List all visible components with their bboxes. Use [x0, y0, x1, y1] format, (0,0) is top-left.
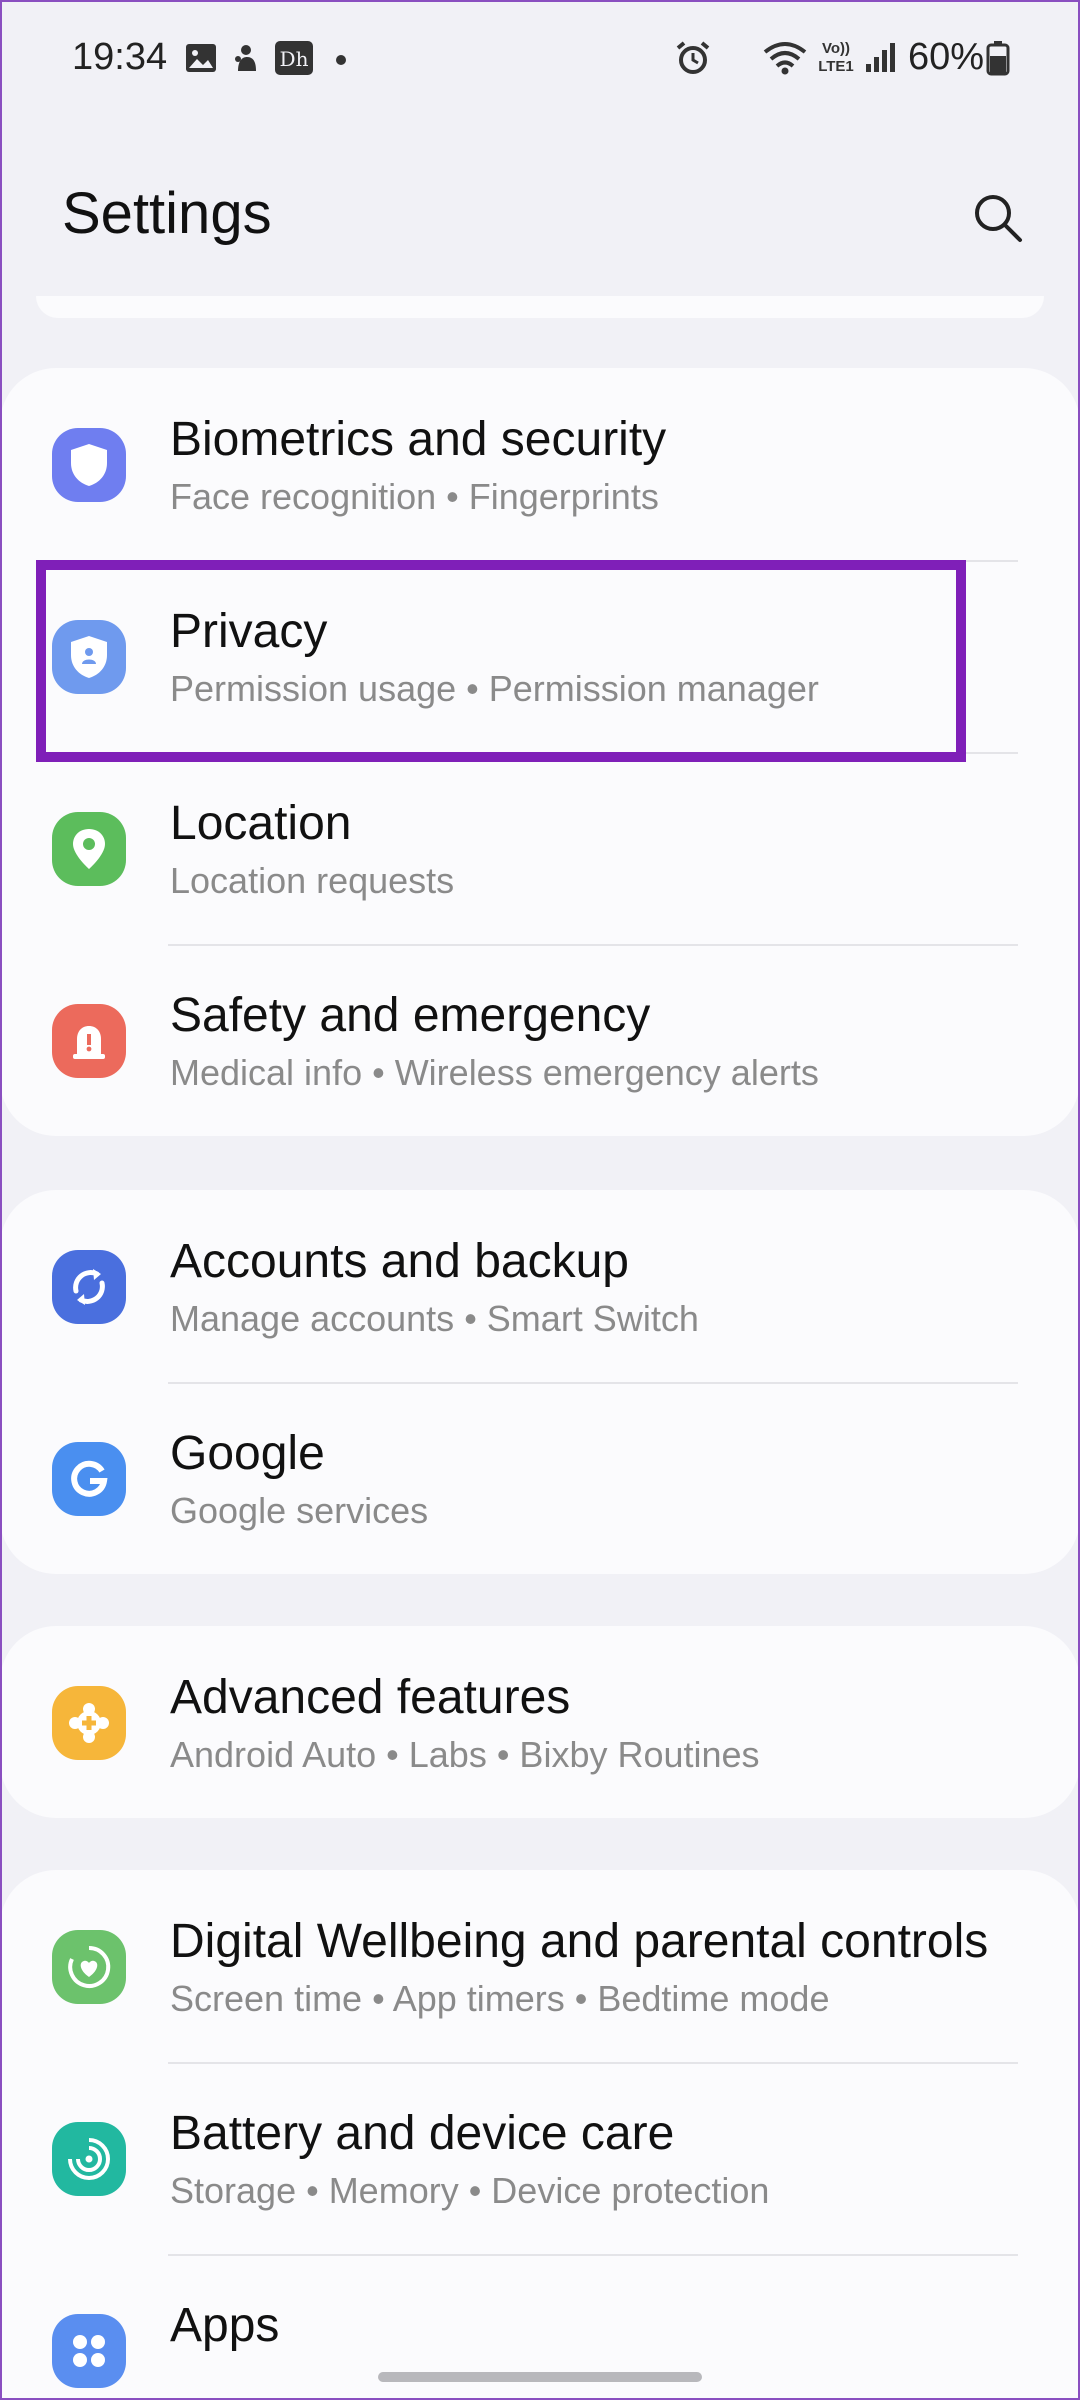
google-g-icon	[52, 1442, 126, 1516]
item-title: Google	[170, 1427, 325, 1480]
item-subtitle: Location requests	[170, 860, 455, 901]
settings-item-location[interactable]: Location Location requests	[0, 752, 1080, 944]
gallery-icon	[186, 44, 216, 72]
item-subtitle: Permission usage • Permission manager	[170, 668, 819, 709]
wellbeing-heart-icon	[52, 1930, 126, 2004]
item-title: Advanced features	[170, 1671, 571, 1724]
shield-icon	[52, 428, 126, 502]
battery-percent: 60%	[908, 36, 985, 78]
item-subtitle: Face recognition • Fingerprints	[170, 476, 659, 517]
settings-item-google[interactable]: Google Google services	[0, 1382, 1080, 1574]
signal-icon	[866, 43, 895, 72]
sync-icon	[52, 1250, 126, 1324]
item-subtitle: Screen time • App timers • Bedtime mode	[170, 1978, 830, 2019]
settings-item-advanced-features[interactable]: Advanced features Android Auto • Labs • …	[0, 1626, 1080, 1818]
settings-group-advanced: Advanced features Android Auto • Labs • …	[0, 1626, 1080, 1818]
search-button[interactable]	[966, 186, 1030, 250]
status-time: 19:34	[72, 36, 168, 78]
item-subtitle: Android Auto • Labs • Bixby Routines	[170, 1734, 760, 1775]
emergency-siren-icon	[52, 1004, 126, 1078]
privacy-shield-icon	[52, 620, 126, 694]
item-subtitle: Google services	[170, 1490, 429, 1531]
settings-group-security: Biometrics and security Face recognition…	[0, 368, 1080, 1136]
item-title: Digital Wellbeing and parental controls	[170, 1915, 989, 1968]
navigation-gesture-handle[interactable]	[378, 2372, 702, 2382]
apps-grid-icon	[52, 2314, 126, 2388]
disney-hotstar-icon: Dh	[275, 41, 313, 75]
item-title: Biometrics and security	[170, 413, 667, 466]
dot-icon	[336, 55, 346, 65]
item-title: Location	[170, 797, 352, 850]
settings-item-accounts-backup[interactable]: Accounts and backup Manage accounts • Sm…	[0, 1190, 1080, 1382]
location-pin-icon	[52, 812, 126, 886]
battery-icon	[986, 41, 1010, 76]
page-title: Settings	[62, 181, 272, 246]
item-title: Apps	[170, 2299, 280, 2352]
device-care-icon	[52, 2122, 126, 2196]
network-type-icon: Vo)) LTE1	[818, 40, 854, 75]
item-title: Safety and emergency	[170, 989, 651, 1042]
settings-group-wellbeing: Digital Wellbeing and parental controls …	[0, 1870, 1080, 2400]
scrolled-card-edge	[36, 296, 1044, 318]
settings-item-privacy[interactable]: Privacy Permission usage • Permission ma…	[0, 560, 1080, 752]
item-title: Battery and device care	[170, 2107, 675, 2160]
settings-item-biometrics[interactable]: Biometrics and security Face recognition…	[0, 368, 1080, 560]
item-subtitle: Manage accounts • Smart Switch	[170, 1298, 699, 1339]
search-icon	[975, 195, 1022, 242]
item-title: Privacy	[170, 605, 328, 658]
wifi-icon	[763, 42, 807, 75]
settings-item-safety[interactable]: Safety and emergency Medical info • Wire…	[0, 944, 1080, 1136]
svg-text:Dh: Dh	[280, 47, 309, 71]
item-subtitle: Medical info • Wireless emergency alerts	[170, 1052, 819, 1093]
notification-app-icon	[235, 45, 256, 71]
item-title: Accounts and backup	[170, 1235, 629, 1288]
item-subtitle: Storage • Memory • Device protection	[170, 2170, 770, 2211]
status-bar: 19:34 Dh Vo)) LTE1 60%	[0, 0, 1080, 120]
puzzle-gear-icon	[52, 1686, 126, 1760]
settings-group-accounts: Accounts and backup Manage accounts • Sm…	[0, 1190, 1080, 1574]
settings-item-digital-wellbeing[interactable]: Digital Wellbeing and parental controls …	[0, 1870, 1080, 2062]
settings-item-battery-device-care[interactable]: Battery and device care Storage • Memory…	[0, 2062, 1080, 2254]
alarm-icon	[676, 41, 710, 74]
